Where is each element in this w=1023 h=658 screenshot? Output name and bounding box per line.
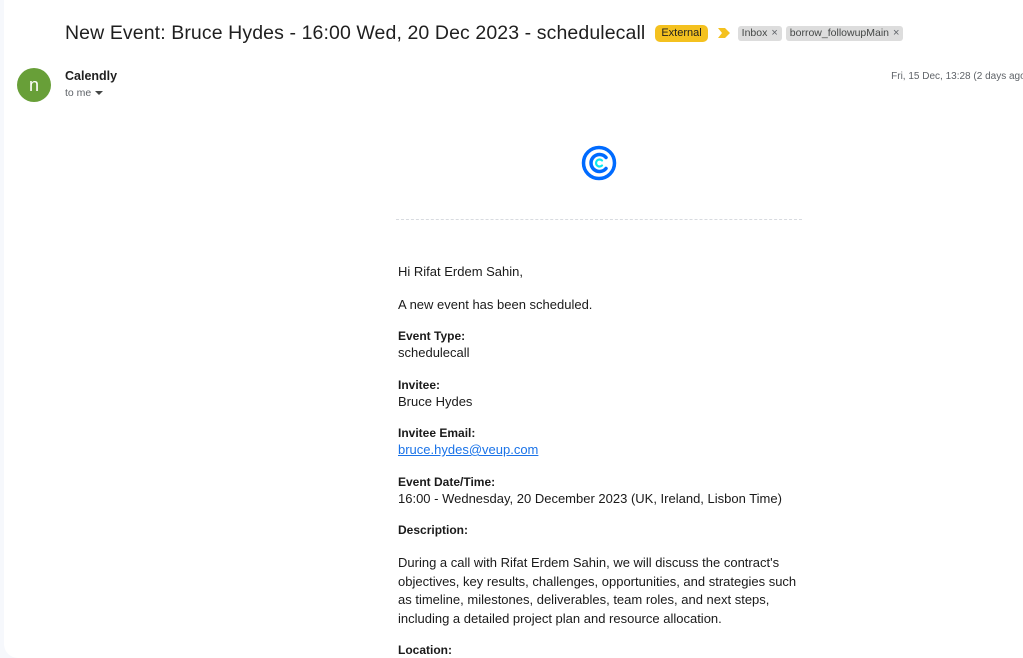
subject-row: New Event: Bruce Hydes - 16:00 Wed, 20 D… (65, 19, 1023, 47)
recipient-text: to me (65, 87, 92, 99)
invitee-label: Invitee: (398, 377, 441, 392)
event-type-value: schedulecall (398, 345, 470, 360)
importance-marker-icon[interactable] (717, 28, 730, 38)
description-label: Description: (398, 523, 469, 537)
header-divider (396, 219, 802, 220)
label-chip-inbox[interactable]: Inbox × (737, 25, 782, 41)
location-label: Location: (398, 643, 452, 657)
event-datetime-label: Event Date/Time: (398, 474, 496, 489)
event-type-label: Event Type: (398, 329, 466, 343)
remove-label-icon[interactable]: × (771, 27, 777, 40)
external-badge: External (655, 24, 708, 42)
invitee-email-row: bruce.hydes@veup.com (398, 441, 808, 460)
intro-text: A new event has been scheduled. (398, 296, 593, 312)
sender-name[interactable]: Calendly (65, 69, 117, 83)
invitee-email-link[interactable]: bruce.hydes@veup.com (398, 442, 538, 457)
invitee-value: Bruce Hydes (398, 393, 473, 409)
label-chip-text: Inbox (741, 26, 768, 39)
label-chip-borrow-followup[interactable]: borrow_followupMain × (785, 25, 904, 41)
chevron-down-icon (95, 91, 104, 95)
greeting: Hi Rifat Erdem Sahin, (398, 264, 523, 279)
label-chip-text: borrow_followupMain (789, 26, 890, 39)
event-datetime-value: 16:00 - Wednesday, 20 December 2023 (UK,… (398, 490, 782, 506)
email-date: Fri, 15 Dec, 13:28 (2 days ago) (891, 71, 1023, 82)
email-panel: New Event: Bruce Hydes - 16:00 Wed, 20 D… (4, 0, 1023, 658)
calendly-logo-icon (581, 145, 617, 181)
email-subject: New Event: Bruce Hydes - 16:00 Wed, 20 D… (65, 21, 646, 44)
invitee-email-label: Invitee Email: (398, 426, 476, 440)
recipient-details-toggle[interactable]: to me (65, 87, 104, 99)
sender-avatar[interactable]: n (17, 68, 51, 102)
remove-label-icon[interactable]: × (893, 27, 899, 40)
description-text: During a call with Rifat Erdem Sahin, we… (398, 555, 797, 626)
message-body: Hi Rifat Erdem Sahin, A new event has be… (398, 263, 808, 658)
